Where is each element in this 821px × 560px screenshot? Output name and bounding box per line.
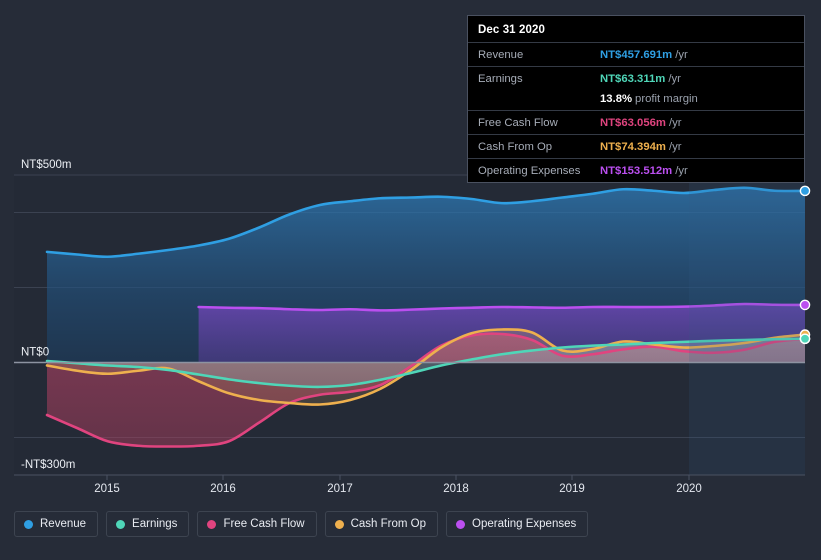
x-axis-tick-label: 2018 xyxy=(443,483,469,495)
legend-color-dot-icon xyxy=(334,519,344,529)
tooltip-row-unit: /yr xyxy=(668,116,682,129)
legend-color-dot-icon xyxy=(456,519,466,529)
y-axis-tick-label: NT$0 xyxy=(21,347,49,359)
tooltip-row-unit: profit margin xyxy=(635,92,698,105)
y-axis-tick-label: -NT$300m xyxy=(21,459,75,471)
tooltip-row-unit: /yr xyxy=(668,140,682,153)
legend-item-earnings[interactable]: Earnings xyxy=(106,511,190,537)
legend-color-dot-icon xyxy=(116,519,126,529)
tooltip-row: Free Cash Flow NT$63.056m/yr xyxy=(468,110,804,134)
chart-tooltip: Dec 31 2020 Revenue NT$457.691m/yr Earning… xyxy=(467,15,805,183)
legend-item-free-cash-flow[interactable]: Free Cash Flow xyxy=(197,511,317,537)
legend-item-operating-expenses[interactable]: Operating Expenses xyxy=(446,511,589,537)
y-axis-tick-label: NT$500m xyxy=(21,159,72,171)
tooltip-row: Earnings NT$63.311m/yr xyxy=(468,66,804,90)
x-axis-tick-label: 2015 xyxy=(94,483,120,495)
tooltip-row: Operating Expenses NT$153.512m/yr xyxy=(468,158,804,182)
forecast-shading xyxy=(689,174,805,475)
financial-chart-panel: NT$500m NT$0 -NT$300m 2015 2016 2017 2018 2019… xyxy=(0,0,821,560)
forecast-band xyxy=(689,174,805,475)
tooltip-row-value: NT$74.394m xyxy=(600,140,666,153)
x-axis-tick-label: 2020 xyxy=(676,483,702,495)
chart-legend[interactable]: Revenue Earnings Free Cash Flow Cash From O… xyxy=(14,511,589,537)
legend-item-label: Cash From Op xyxy=(350,518,427,530)
tooltip-row-value: NT$63.056m xyxy=(600,116,666,129)
tooltip-row-label: Revenue xyxy=(478,48,524,61)
tooltip-row-unit: /yr xyxy=(668,72,681,85)
x-axis-tick-label: 2017 xyxy=(327,483,353,495)
tooltip-row: 13.8% profit margin xyxy=(468,90,804,110)
tooltip-row-value: NT$153.512m xyxy=(600,164,673,177)
tooltip-row-value: NT$63.311m xyxy=(600,72,666,85)
tooltip-row-value: 13.8% xyxy=(600,92,633,105)
endpoint-earnings xyxy=(799,333,811,345)
tooltip-row-unit: /yr xyxy=(675,48,688,61)
tooltip-date: Dec 31 2020 xyxy=(478,24,545,36)
x-axis-tick-label: 2016 xyxy=(210,483,236,495)
tooltip-row-label: Free Cash Flow xyxy=(478,116,558,129)
x-axis-labels: 2015 2016 2017 2018 2019 2020 xyxy=(94,475,702,495)
legend-item-cash-from-op[interactable]: Cash From Op xyxy=(324,511,439,537)
tooltip-row: Revenue NT$457.691m/yr xyxy=(468,42,804,66)
legend-item-label: Free Cash Flow xyxy=(223,518,305,530)
legend-item-revenue[interactable]: Revenue xyxy=(14,511,99,537)
tooltip-rows: Revenue NT$457.691m/yr Earnings NT$63.311m /… xyxy=(468,42,804,182)
tooltip-row-label: Cash From Op xyxy=(478,140,553,153)
legend-item-label: Operating Expenses xyxy=(472,518,577,530)
tooltip-row: Cash From Op NT$74.394m/yr xyxy=(468,134,804,158)
tooltip-row-unit: /yr xyxy=(675,164,688,177)
x-axis-tick-label: 2019 xyxy=(559,483,585,495)
legend-item-label: Earnings xyxy=(132,518,178,530)
legend-item-label: Revenue xyxy=(40,518,87,530)
tooltip-row-value: NT$457.691m xyxy=(600,48,673,61)
legend-color-dot-icon xyxy=(207,519,217,529)
tooltip-row-label: Operating Expenses xyxy=(478,164,581,177)
endpoint-operating-expenses xyxy=(799,299,811,311)
tooltip-row-label: Earnings xyxy=(478,72,523,85)
endpoint-revenue xyxy=(799,185,811,197)
legend-color-dot-icon xyxy=(24,519,33,529)
